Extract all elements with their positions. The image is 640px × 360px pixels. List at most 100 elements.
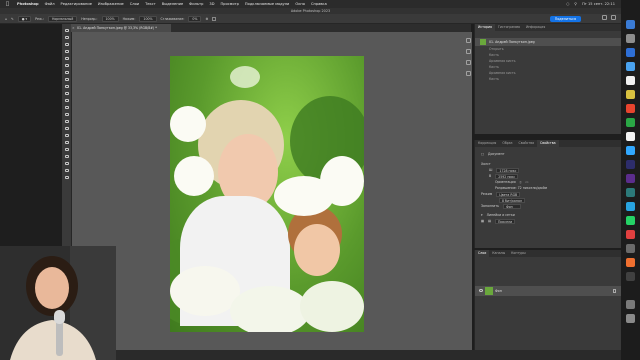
document-photo[interactable] bbox=[170, 56, 364, 332]
path-select-tool-icon[interactable] bbox=[64, 147, 70, 152]
menu-select[interactable]: Выделение bbox=[162, 2, 183, 6]
lock-icon[interactable] bbox=[613, 289, 616, 293]
zoom-tool-icon[interactable] bbox=[64, 168, 70, 173]
tab-styles[interactable]: Свойства bbox=[515, 140, 537, 147]
tab-histogram[interactable]: Гистограмма bbox=[495, 24, 523, 31]
menu-edit[interactable]: Редактирование bbox=[61, 2, 92, 6]
lightroom-icon[interactable] bbox=[626, 160, 635, 169]
finder-icon[interactable] bbox=[626, 20, 635, 29]
photos-icon[interactable] bbox=[626, 104, 635, 113]
app-icon[interactable] bbox=[626, 230, 635, 239]
pressure-toggle[interactable] bbox=[212, 16, 217, 21]
history-panel-icon[interactable] bbox=[466, 38, 471, 43]
mode-select[interactable]: Цвета RGB bbox=[496, 191, 521, 197]
menu-window[interactable]: Окно bbox=[295, 2, 305, 6]
eyedropper-tool-icon[interactable] bbox=[64, 70, 70, 75]
flow-field[interactable]: 100% bbox=[139, 15, 157, 22]
portrait-icon[interactable]: ▯ bbox=[520, 180, 522, 184]
smooth-field[interactable]: 0% bbox=[188, 15, 202, 22]
brush-tool-icon[interactable] bbox=[64, 84, 70, 89]
swatches-icon[interactable] bbox=[466, 60, 471, 65]
close-tab-icon[interactable]: × bbox=[72, 24, 75, 32]
grid-icon[interactable]: ▦ bbox=[481, 219, 484, 223]
frame-tool-icon[interactable] bbox=[64, 63, 70, 68]
photoshop-icon[interactable] bbox=[626, 146, 635, 155]
fill-select[interactable]: Фон bbox=[502, 203, 521, 209]
landscape-icon[interactable]: ▭ bbox=[525, 180, 528, 184]
brush-settings-icon[interactable] bbox=[466, 49, 471, 54]
more-tools-icon[interactable] bbox=[64, 175, 70, 180]
tab-channels[interactable]: Каналы bbox=[489, 250, 508, 257]
launchpad-icon[interactable] bbox=[626, 34, 635, 43]
menu-app-name[interactable]: Photoshop bbox=[17, 2, 39, 6]
telegram-icon[interactable] bbox=[626, 202, 635, 211]
tab-adjustments[interactable]: Коррекция bbox=[475, 140, 499, 147]
history-brush-tool-icon[interactable] bbox=[64, 98, 70, 103]
safari-icon[interactable] bbox=[626, 48, 635, 57]
layer-row[interactable]: Фон bbox=[475, 286, 622, 296]
premiere-icon[interactable] bbox=[626, 174, 635, 183]
canvas-area[interactable] bbox=[72, 32, 472, 360]
menu-help[interactable]: Справка bbox=[311, 2, 327, 6]
menu-plugins[interactable]: Подключаемые модули bbox=[245, 2, 289, 6]
app-icon[interactable] bbox=[626, 258, 635, 267]
calendar-icon[interactable] bbox=[626, 76, 635, 85]
workspace-icon[interactable] bbox=[611, 15, 616, 20]
history-step[interactable]: Кисть bbox=[475, 76, 621, 82]
messages-icon[interactable] bbox=[626, 118, 635, 127]
document-tab[interactable]: × 01. Андрей Панкуткин.jpeg @ 33,3% (RGB… bbox=[71, 24, 171, 32]
ruler-icon[interactable]: ▤ bbox=[488, 219, 491, 223]
lasso-tool-icon[interactable] bbox=[64, 42, 70, 47]
blur-tool-icon[interactable] bbox=[64, 119, 70, 124]
chrome-icon[interactable] bbox=[626, 132, 635, 141]
search-icon[interactable]: ⚲ bbox=[574, 2, 577, 6]
move-tool-icon[interactable] bbox=[64, 28, 70, 33]
height-field[interactable]: 2592 пикс bbox=[495, 173, 519, 179]
tab-properties[interactable]: Свойства bbox=[537, 140, 559, 147]
search-panel-icon[interactable] bbox=[602, 15, 607, 20]
type-tool-icon[interactable] bbox=[64, 140, 70, 145]
apple-icon[interactable]:  bbox=[6, 1, 9, 7]
wifi-icon[interactable]: ○ bbox=[566, 2, 569, 6]
app-icon[interactable] bbox=[626, 188, 635, 197]
crop-tool-icon[interactable] bbox=[64, 56, 70, 61]
mode-select[interactable]: Нормальный bbox=[47, 15, 78, 22]
clock-text[interactable]: Пт 15 сент. 22:11 bbox=[582, 2, 615, 6]
tab-paths[interactable]: Контуры bbox=[508, 250, 529, 257]
gradient-tool-icon[interactable] bbox=[64, 112, 70, 117]
tab-info[interactable]: Инфорация bbox=[523, 24, 548, 31]
notes-icon[interactable] bbox=[626, 90, 635, 99]
menu-filter[interactable]: Фильтр bbox=[189, 2, 203, 6]
settings-gear-icon[interactable]: ⚙ bbox=[205, 17, 208, 21]
stamp-tool-icon[interactable] bbox=[64, 91, 70, 96]
brush-size-dropdown[interactable]: ● ▾ bbox=[17, 15, 32, 22]
hand-tool-icon[interactable] bbox=[64, 161, 70, 166]
menu-type[interactable]: Текст bbox=[145, 2, 156, 6]
marquee-tool-icon[interactable] bbox=[64, 35, 70, 40]
healing-tool-icon[interactable] bbox=[64, 77, 70, 82]
visibility-eye-icon[interactable] bbox=[479, 289, 483, 292]
tab-libraries[interactable]: Образ bbox=[499, 140, 515, 147]
share-button[interactable]: Поделиться bbox=[549, 15, 581, 22]
menu-image[interactable]: Изображение bbox=[98, 2, 124, 6]
settings-icon[interactable] bbox=[626, 244, 635, 253]
opacity-field[interactable]: 100% bbox=[101, 15, 119, 22]
object-select-tool-icon[interactable] bbox=[64, 49, 70, 54]
tab-layers[interactable]: Слои bbox=[475, 250, 490, 257]
dodge-tool-icon[interactable] bbox=[64, 126, 70, 131]
trash-icon[interactable] bbox=[626, 314, 635, 323]
menu-layers[interactable]: Слои bbox=[130, 2, 139, 6]
pen-tool-icon[interactable] bbox=[64, 133, 70, 138]
whatsapp-icon[interactable] bbox=[626, 216, 635, 225]
menu-view[interactable]: Просмотр bbox=[220, 2, 238, 6]
menu-file[interactable]: Файл bbox=[45, 2, 55, 6]
history-snapshot[interactable]: 01. Андрей Панкуткин.jpeg bbox=[475, 38, 621, 46]
character-icon[interactable] bbox=[466, 71, 471, 76]
mail-icon[interactable] bbox=[626, 62, 635, 71]
depth-select[interactable]: 8 бит/канал bbox=[499, 197, 525, 203]
brush-tool-icon[interactable]: ✎ bbox=[11, 17, 14, 21]
tab-history[interactable]: История bbox=[475, 24, 495, 31]
home-icon[interactable]: ⌂ bbox=[5, 17, 7, 21]
menu-3d[interactable]: 3D bbox=[209, 2, 214, 6]
terminal-icon[interactable] bbox=[626, 272, 635, 281]
